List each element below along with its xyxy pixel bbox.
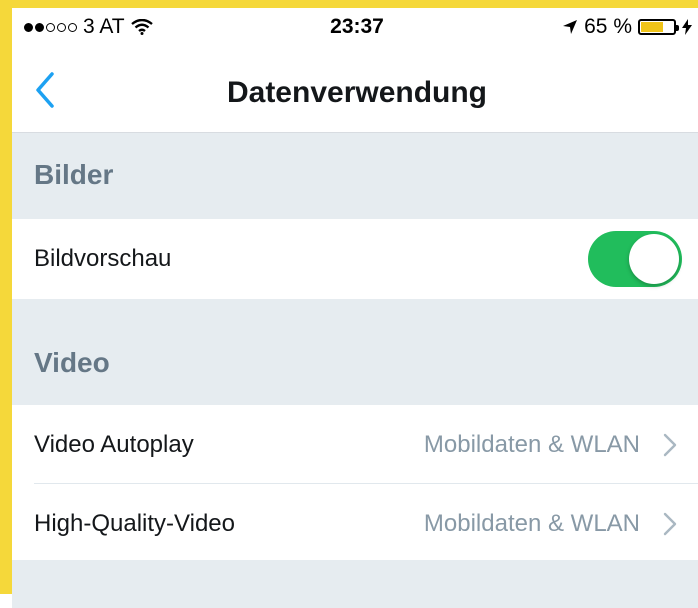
page-title: Datenverwendung (226, 76, 488, 109)
location-arrow-icon (563, 20, 578, 34)
section-title-images: Bilder (34, 159, 114, 190)
image-preview-toggle[interactable] (588, 231, 682, 287)
section-header-next (12, 560, 698, 608)
high-quality-video-label: High-Quality-Video (34, 510, 235, 537)
section-header-images: Bilder (12, 133, 698, 219)
video-autoplay-row[interactable]: Video Autoplay Mobildaten & WLAN (12, 405, 698, 485)
battery-percent: 65 % (584, 15, 632, 38)
chevron-right-icon (663, 433, 677, 457)
video-autoplay-value: Mobildaten & WLAN (423, 431, 640, 458)
chevron-right-icon (663, 512, 677, 536)
section-title-video: Video (34, 347, 110, 378)
battery-icon (638, 19, 679, 35)
image-preview-label: Bildvorschau (34, 245, 172, 272)
status-right: 65 % (562, 15, 692, 39)
section-header-video: Video (12, 299, 698, 405)
phone-screen: 3 AT 23:37 65 % Datenverwendung Bilder B… (12, 8, 698, 608)
navigation-bar: Datenverwendung (12, 48, 698, 133)
charging-bolt-icon (682, 19, 692, 35)
high-quality-video-value: Mobildaten & WLAN (423, 510, 640, 537)
image-preview-row: Bildvorschau (12, 219, 698, 299)
toggle-knob (629, 234, 679, 284)
video-autoplay-label: Video Autoplay (34, 431, 194, 458)
high-quality-video-row[interactable]: High-Quality-Video Mobildaten & WLAN (12, 484, 698, 560)
status-bar: 3 AT 23:37 65 % (12, 8, 698, 48)
